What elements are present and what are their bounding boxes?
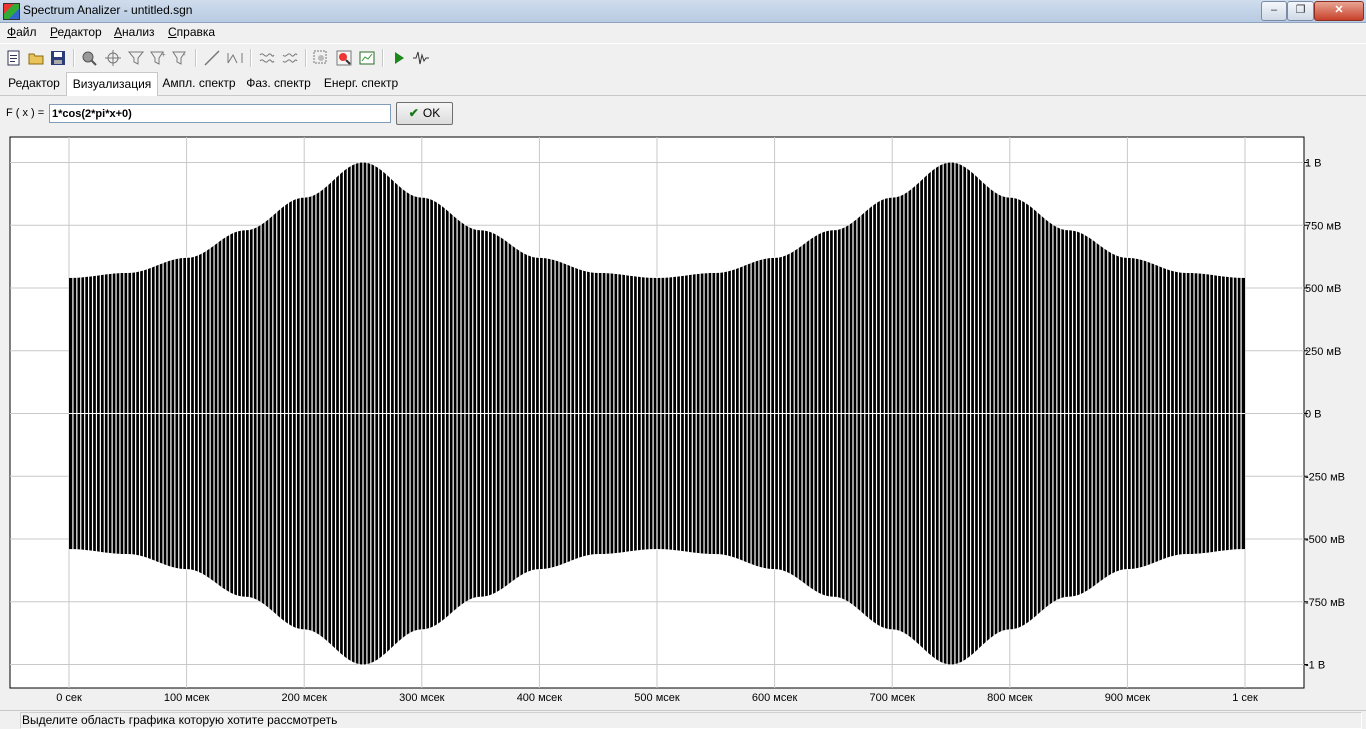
- toolbar-separator: [73, 49, 75, 67]
- checkmark-icon: ✔: [408, 106, 419, 120]
- peaks-icon[interactable]: [226, 49, 244, 67]
- crosshair-icon[interactable]: [104, 49, 122, 67]
- y-tick-label: 0 В: [1305, 409, 1322, 421]
- window-graph-icon[interactable]: [358, 49, 376, 67]
- menu-analysis[interactable]: Анализ: [114, 25, 155, 39]
- x-tick-label: 500 мсек: [634, 692, 680, 704]
- y-tick-label: -1 В: [1305, 660, 1325, 672]
- zoom-region-icon[interactable]: [312, 49, 330, 67]
- open-folder-icon[interactable]: [27, 49, 45, 67]
- signal-chart[interactable]: 0 сек 100 мсек 200 мсек 300 мсек 400 мсек 500…: [0, 128, 1366, 710]
- menu-editor[interactable]: Редактор: [50, 25, 102, 39]
- x-tick-label: 300 мсек: [399, 692, 445, 704]
- status-bar: Выделите область графика которую хотите …: [0, 710, 1366, 729]
- save-icon[interactable]: [49, 49, 67, 67]
- svg-text:-: -: [183, 50, 186, 59]
- x-tick-label: 600 мсек: [752, 692, 798, 704]
- minimize-button[interactable]: –: [1261, 1, 1287, 21]
- tab-strip: Редактор Визуализация Ампл. спектр Фаз. …: [0, 72, 1366, 96]
- x-tick-label: 100 мсек: [164, 692, 210, 704]
- signal-sum-icon[interactable]: [258, 49, 276, 67]
- y-tick-label: 1 В: [1305, 158, 1322, 170]
- signal-diff-icon[interactable]: [281, 49, 299, 67]
- toolbar-separator: [250, 49, 252, 67]
- y-tick-label: -250 мВ: [1305, 471, 1345, 483]
- line-icon[interactable]: [203, 49, 221, 67]
- zoom-icon[interactable]: [80, 49, 98, 67]
- formula-input[interactable]: [49, 104, 391, 123]
- status-text: Выделите область графика которую хотите …: [22, 713, 338, 727]
- menu-help[interactable]: Справка: [168, 25, 215, 39]
- x-tick-label: 900 мсек: [1105, 692, 1151, 704]
- y-tick-label: 500 мВ: [1305, 283, 1341, 295]
- x-tick-label: 200 мсек: [281, 692, 327, 704]
- filter-icon[interactable]: [127, 49, 145, 67]
- zoom-reset-icon[interactable]: [335, 49, 353, 67]
- menu-bar: Файл Редактор Анализ Справка: [0, 23, 1366, 42]
- window-title: Spectrum Analizer - untitled.sgn: [23, 3, 193, 17]
- x-tick-label: 1 сек: [1232, 692, 1258, 704]
- toolbar: + -: [0, 43, 1366, 73]
- toolbar-separator: [305, 49, 307, 67]
- filter-plus-icon[interactable]: +: [149, 49, 167, 67]
- y-tick-label: -750 мВ: [1305, 597, 1345, 609]
- x-tick-label: 0 сек: [56, 692, 82, 704]
- menu-file[interactable]: Файл: [7, 25, 37, 39]
- x-tick-label: 800 мсек: [987, 692, 1033, 704]
- formula-row: F ( x ) = ✔OK: [0, 99, 1366, 127]
- x-tick-label: 400 мсек: [517, 692, 563, 704]
- maximize-button[interactable]: ❐: [1287, 1, 1314, 21]
- y-tick-label: 250 мВ: [1305, 346, 1341, 358]
- y-tick-label: -500 мВ: [1305, 534, 1345, 546]
- title-bar: Spectrum Analizer - untitled.sgn – ❐ ✕: [0, 0, 1366, 23]
- tab-visualization[interactable]: Визуализация: [66, 72, 158, 96]
- ok-button[interactable]: ✔ OK: [396, 102, 453, 125]
- waveform-icon[interactable]: [412, 49, 430, 67]
- play-icon[interactable]: [390, 49, 408, 67]
- tab-phase-spectrum[interactable]: Фаз. спектр: [240, 72, 317, 95]
- toolbar-separator: [195, 49, 197, 67]
- app-icon: [3, 3, 20, 20]
- filter-minus-icon[interactable]: -: [171, 49, 189, 67]
- tab-energy-spectrum[interactable]: Енерг. спектр: [318, 72, 404, 95]
- toolbar-separator: [382, 49, 384, 67]
- close-button[interactable]: ✕: [1314, 1, 1364, 21]
- formula-label: F ( x ) =: [6, 107, 45, 119]
- x-tick-label: 700 мсек: [869, 692, 915, 704]
- y-tick-label: 750 мВ: [1305, 220, 1341, 232]
- chart-panel[interactable]: 0 сек 100 мсек 200 мсек 300 мсек 400 мсек 500…: [0, 128, 1366, 710]
- ok-label: OK: [422, 106, 441, 120]
- new-file-icon[interactable]: [5, 49, 23, 67]
- tab-amplitude-spectrum[interactable]: Ампл. спектр: [158, 72, 240, 95]
- tab-editor[interactable]: Редактор: [2, 72, 66, 95]
- svg-text:+: +: [161, 50, 166, 59]
